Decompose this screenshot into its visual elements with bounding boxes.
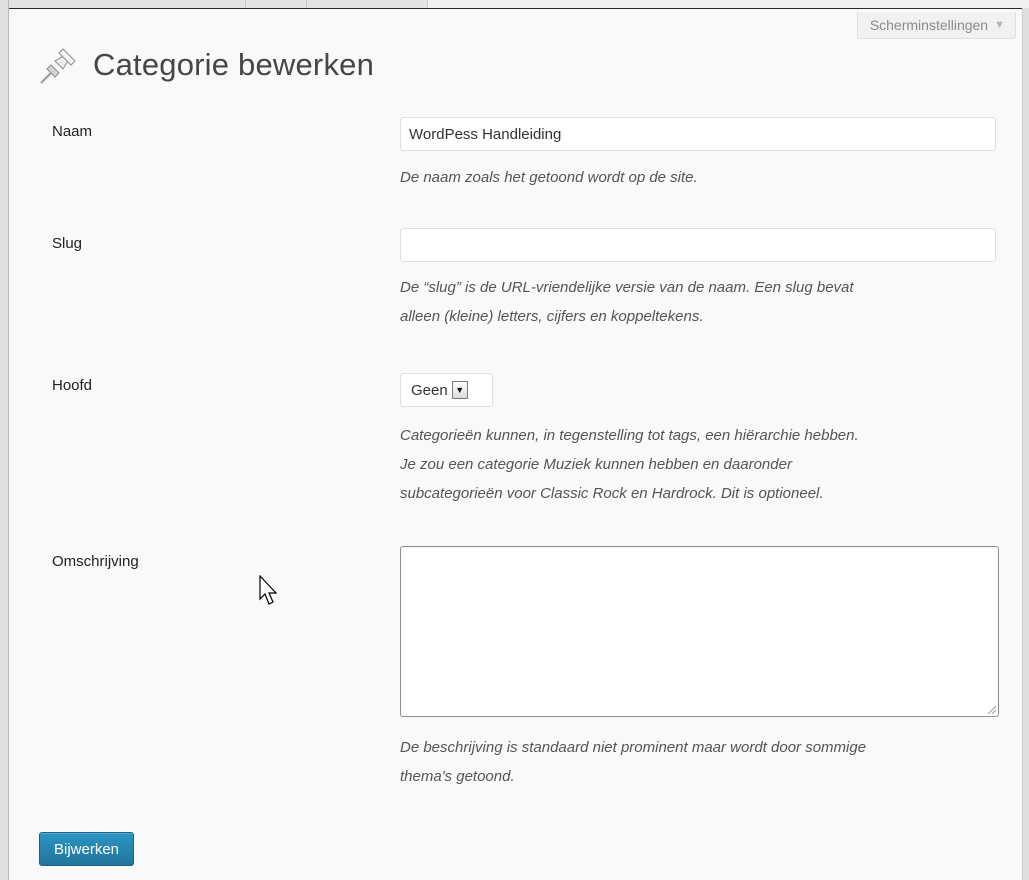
description-help-line: thema's getoond. <box>400 768 515 785</box>
name-input[interactable] <box>400 117 996 151</box>
slug-label: Slug <box>52 235 83 252</box>
parent-select[interactable]: Geen ▼ <box>400 373 493 407</box>
name-description: De naam zoals het getoond wordt op de si… <box>400 169 698 186</box>
window-left-border <box>0 0 9 880</box>
slug-description-line: De “slug” is de URL-vriendelijke versie … <box>400 279 854 296</box>
dropdown-arrow-icon[interactable]: ▼ <box>451 381 468 399</box>
slug-input[interactable] <box>400 228 996 262</box>
slug-description-line: alleen (kleine) letters, cijfers en kopp… <box>400 308 704 325</box>
slug-description: De “slug” is de URL-vriendelijke versie … <box>400 273 1010 331</box>
screen-options-button[interactable]: Scherminstellingen ▼ <box>856 12 1016 39</box>
update-button[interactable]: Bijwerken <box>39 832 135 866</box>
parent-description-line: subcategorieën voor Classic Rock en Hard… <box>400 485 824 502</box>
parent-label: Hoofd <box>52 377 93 394</box>
name-label: Naam <box>52 123 93 140</box>
resize-grip-icon[interactable] <box>986 704 996 714</box>
description-help: De beschrijving is standaard niet promin… <box>400 733 1010 791</box>
parent-description-line: Categorieën kunnen, in tegenstelling tot… <box>400 427 859 444</box>
parent-description-line: Je zou een categorie Muziek kunnen hebbe… <box>400 456 792 473</box>
page-header: Categorie bewerken <box>37 43 374 87</box>
parent-select-value: Geen <box>411 381 448 399</box>
page-title: Categorie bewerken <box>93 47 375 82</box>
mouse-cursor-icon <box>259 575 278 605</box>
screen-options-label: Scherminstellingen <box>869 17 989 33</box>
edit-category-page: Scherminstellingen ▼ Categorie bewerken … <box>9 9 1022 880</box>
description-help-line: De beschrijving is standaard niet promin… <box>400 739 867 756</box>
pushpin-icon <box>40 48 76 84</box>
description-textarea[interactable] <box>400 546 999 717</box>
parent-description: Categorieën kunnen, in tegenstelling tot… <box>400 421 1010 508</box>
triangle-down-icon: ▼ <box>994 19 1005 31</box>
description-label: Omschrijving <box>52 553 139 570</box>
window-scrollbar[interactable] <box>1022 8 1029 880</box>
window-top-border <box>0 0 1029 9</box>
